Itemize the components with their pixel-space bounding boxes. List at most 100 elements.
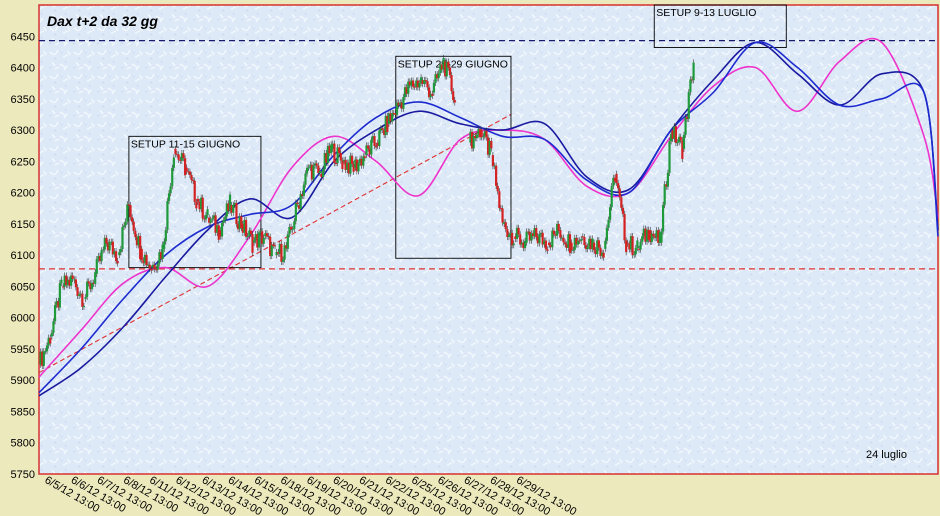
candle-body <box>291 229 294 231</box>
candle-body <box>504 222 507 230</box>
candle-body <box>692 62 695 81</box>
chart: 5750 5800 5850 5900 5950 6000 6050 6100 6150 6200… <box>11 4 939 516</box>
candle-body <box>100 250 103 262</box>
candle-body <box>273 245 277 247</box>
candle-body <box>663 184 666 205</box>
candle-body <box>82 306 86 308</box>
candle-body <box>119 249 122 253</box>
candle-body <box>305 167 309 174</box>
candle-body <box>633 254 636 256</box>
candle-body <box>81 293 84 307</box>
candle-body <box>177 154 180 160</box>
candle-body <box>190 175 193 181</box>
candle-body <box>145 254 148 266</box>
candle-body <box>265 233 269 237</box>
candle-body <box>498 191 501 208</box>
candle-body <box>164 229 167 242</box>
candle-body <box>121 227 124 250</box>
candle-body <box>74 279 78 288</box>
candle-body <box>480 130 483 138</box>
candle-body <box>684 117 687 135</box>
candle-body <box>363 156 366 158</box>
candle-body <box>625 240 628 253</box>
candle-body <box>605 227 608 241</box>
candle-body <box>432 82 436 93</box>
candle-body <box>597 240 600 248</box>
candle-body <box>185 167 188 172</box>
candle-body <box>293 221 296 230</box>
candle-body <box>674 126 678 144</box>
candle-body <box>156 263 159 270</box>
candle-body <box>426 81 429 88</box>
candle-body <box>60 279 63 284</box>
candle-body <box>535 228 538 238</box>
candle-body <box>609 207 612 220</box>
candle-body <box>607 219 610 228</box>
candle-body <box>140 248 143 261</box>
candle-body <box>623 213 626 241</box>
candle-body <box>126 204 129 222</box>
candle-body <box>307 167 310 169</box>
candle-body <box>129 205 132 218</box>
candle-body <box>53 304 57 322</box>
candle-body <box>490 140 493 149</box>
y-tick-label: 6050 <box>11 281 35 293</box>
candle-body <box>610 186 613 208</box>
candle-body <box>495 165 498 186</box>
candle-body <box>620 197 623 208</box>
candle-body <box>660 231 663 243</box>
candle-body <box>244 219 248 237</box>
candle-body <box>453 100 456 103</box>
candle-body <box>564 242 567 245</box>
candle-body <box>94 272 97 284</box>
candle-body <box>71 275 74 279</box>
candle-body <box>246 236 249 238</box>
candle-body <box>602 252 605 258</box>
candle-body <box>512 243 515 246</box>
candle-body <box>572 249 575 251</box>
candle-body <box>373 136 376 146</box>
y-tick-label: 5750 <box>11 469 35 481</box>
candle-body <box>148 264 151 269</box>
y-tick-label: 6150 <box>11 219 35 231</box>
y-tick-label: 6100 <box>11 250 35 262</box>
footer-note: 24 luglio <box>866 449 907 461</box>
candle-body <box>339 153 342 161</box>
candle-body <box>559 230 562 238</box>
candle-body <box>381 128 384 130</box>
candle-body <box>222 220 225 223</box>
candle-body <box>475 134 478 139</box>
chart-title: Dax t+2 da 32 gg <box>47 13 158 29</box>
candle-body <box>485 130 488 138</box>
candle-body <box>548 242 551 246</box>
y-tick-label: 5800 <box>11 438 35 450</box>
y-tick-label: 6250 <box>11 156 35 168</box>
candle-body <box>204 214 208 220</box>
candle-body <box>171 167 174 187</box>
candle-body <box>357 162 360 172</box>
candle-body <box>196 198 200 202</box>
candle-body <box>570 242 573 251</box>
setup-label: SETUP 11-15 GIUGNO <box>131 138 240 150</box>
candle-body <box>687 92 690 119</box>
candle-body <box>224 216 227 221</box>
candle-body <box>366 145 370 149</box>
candle-body <box>312 165 315 180</box>
y-tick-label: 5950 <box>11 344 35 356</box>
candle-body <box>281 259 285 262</box>
candle-body <box>617 183 620 189</box>
candle-body <box>95 259 98 274</box>
candle-body <box>166 201 169 230</box>
candle-body <box>286 234 289 249</box>
candle-body <box>150 268 153 271</box>
candle-body <box>437 72 440 79</box>
candle-body <box>604 240 607 249</box>
candle-body <box>50 332 53 337</box>
candle-body <box>124 221 127 226</box>
candle-body <box>370 139 373 155</box>
candle-body <box>44 351 47 353</box>
candle-body <box>116 260 119 264</box>
candle-body <box>634 248 637 255</box>
candle-body <box>322 169 325 178</box>
candle-body <box>153 264 156 270</box>
